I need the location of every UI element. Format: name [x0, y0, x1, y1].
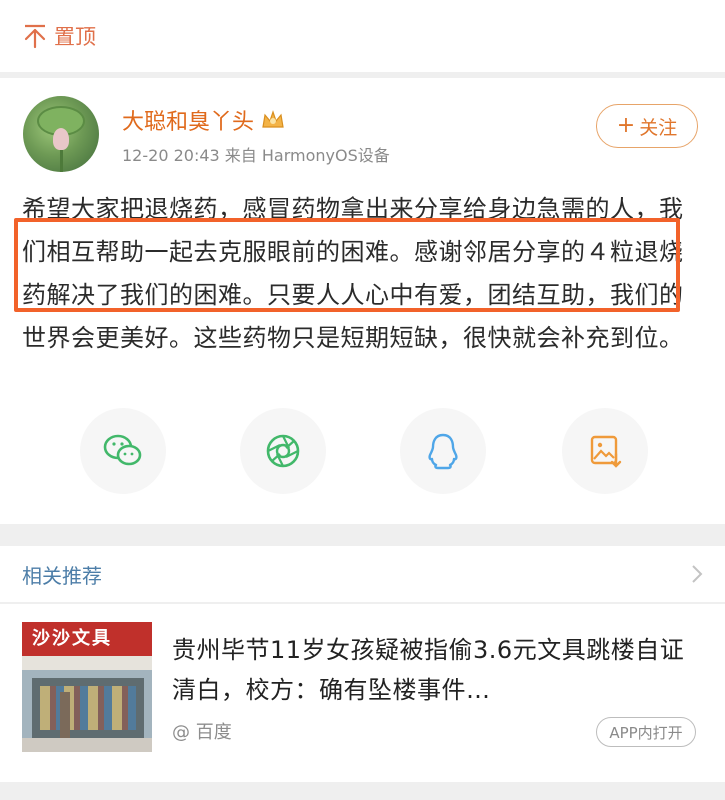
- share-qq-button[interactable]: [400, 408, 486, 494]
- weibo-post: 大聪和臭丫头 12-20 20:43 来自 HarmonyOS设备 + 关注 希…: [0, 78, 725, 524]
- moments-icon: [266, 434, 300, 468]
- plus-icon: +: [616, 113, 636, 138]
- related-title: 相关推荐: [22, 563, 102, 588]
- username[interactable]: 大聪和臭丫头: [122, 104, 286, 136]
- share-row: [0, 408, 725, 498]
- save-image-button[interactable]: [562, 408, 648, 494]
- share-wechat-button[interactable]: [80, 408, 166, 494]
- qq-icon: [428, 433, 458, 470]
- related-header[interactable]: 相关推荐: [0, 546, 725, 602]
- news-title[interactable]: 贵州毕节11岁女孩疑被指偷3.6元文具跳楼自证清白，校方：确有坠楼事件…: [172, 630, 692, 710]
- follow-label: 关注: [639, 116, 678, 139]
- open-in-app-button[interactable]: APP内打开: [596, 717, 696, 747]
- avatar[interactable]: [23, 96, 99, 172]
- news-thumbnail[interactable]: 沙沙文具: [22, 622, 152, 752]
- chevron-right-icon: [692, 565, 703, 583]
- highlight-box: [14, 218, 680, 312]
- related-news-item[interactable]: 沙沙文具 贵州毕节11岁女孩疑被指偷3.6元文具跳楼自证清白，校方：确有坠楼事件…: [0, 604, 725, 782]
- share-moments-button[interactable]: [240, 408, 326, 494]
- save-image-icon: [590, 435, 622, 468]
- thumb-sign: 沙沙文具: [22, 622, 152, 656]
- pin-label: 置顶: [54, 25, 96, 49]
- crown-icon: [262, 110, 284, 128]
- pinned-header: 置顶: [0, 0, 725, 72]
- follow-button[interactable]: + 关注: [596, 104, 698, 148]
- news-source: @ 百度: [172, 722, 232, 743]
- post-meta: 12-20 20:43 来自 HarmonyOS设备: [122, 146, 390, 165]
- wechat-icon: [103, 434, 142, 466]
- pin-top-icon: [24, 24, 46, 49]
- username-text[interactable]: 大聪和臭丫头: [122, 104, 254, 136]
